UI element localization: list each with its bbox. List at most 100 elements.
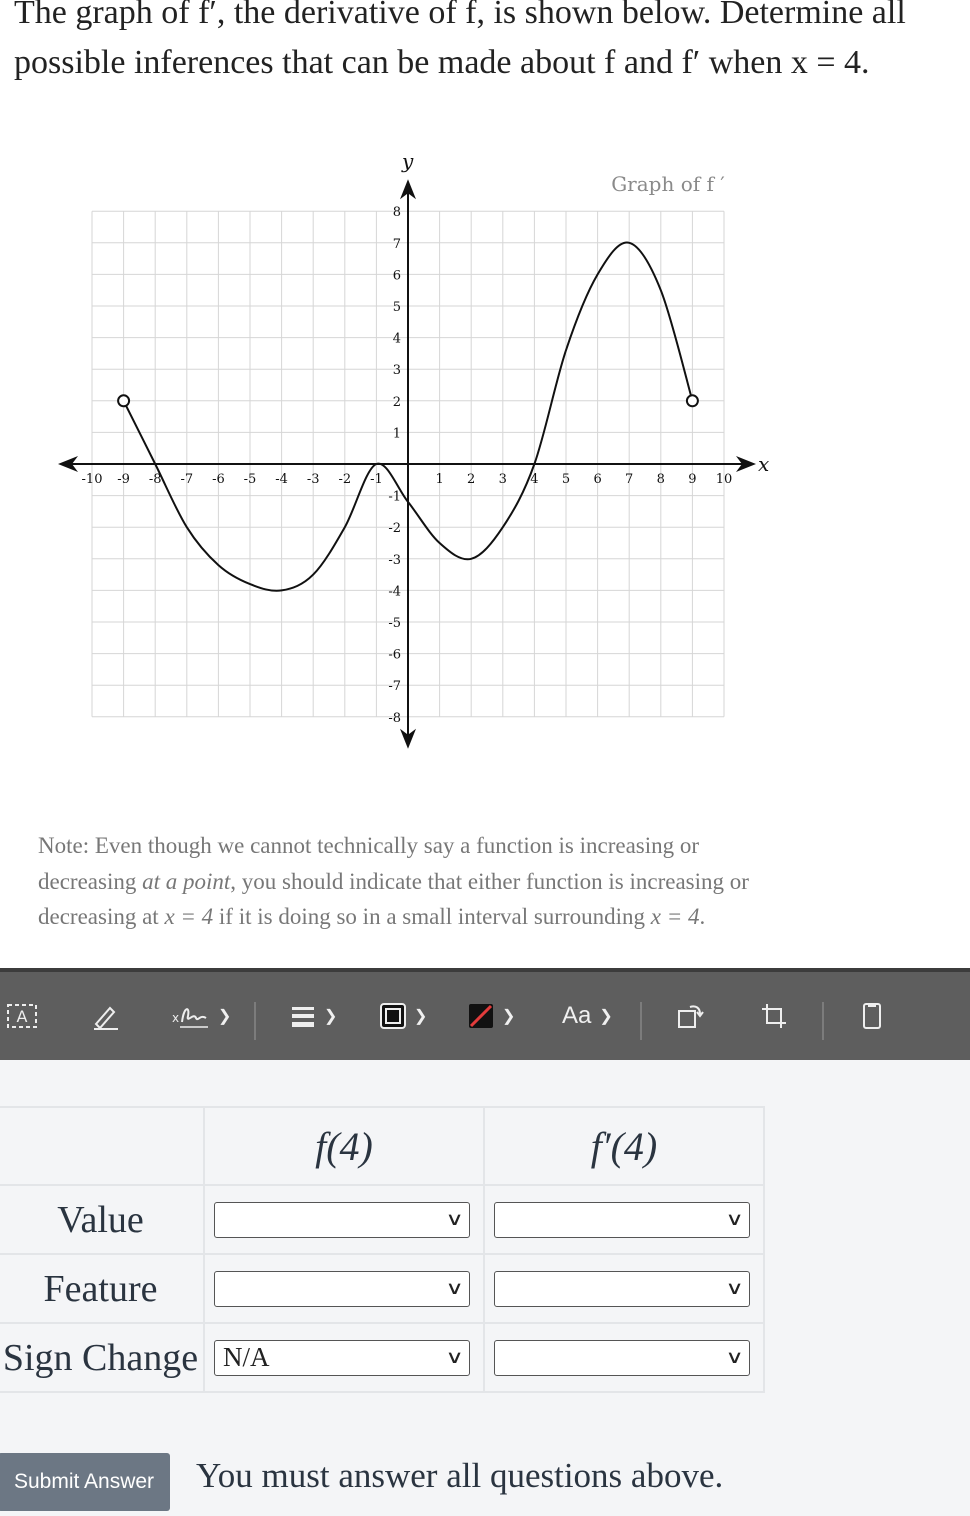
line-weight-icon[interactable]: ❯ [290, 972, 337, 1060]
x-tick-label: 6 [593, 472, 601, 487]
open-endpoint [117, 394, 131, 408]
x-tick-label: -7 [180, 472, 193, 487]
border-color-icon[interactable]: ❯ [380, 972, 427, 1060]
chevron-down-icon: ❯ [324, 1008, 338, 1025]
x-tick-label: -4 [275, 472, 288, 487]
y-tick-label: -3 [388, 553, 401, 568]
y-tick-labels: 8 7 6 5 4 3 2 1 -1 -2 -3 -4 -5 -6 -7 -8 [388, 205, 401, 726]
fprime-value-select[interactable]: ∨ [494, 1201, 750, 1238]
validation-message: You must answer all questions above. [196, 1456, 724, 1495]
x-tick-label: 7 [625, 472, 633, 487]
table-cell: ∨ [483, 1253, 765, 1324]
x-tick-labels: -10 -9 -8 -7 -6 -5 -4 -3 -2 -1 1 2 3 4 5 6 7 8 9 10 [82, 472, 733, 487]
y-axis-label: y [401, 149, 414, 173]
f-value-select[interactable]: ∨ [214, 1201, 470, 1238]
x-tick-label: 9 [688, 472, 696, 487]
table-cell: ∨ [483, 1184, 765, 1255]
chevron-down-icon: ∨ [725, 1278, 744, 1299]
select-value: N/A [223, 1342, 270, 1372]
chevron-down-icon: ∨ [445, 1347, 464, 1368]
x-tick-label: 2 [467, 472, 475, 487]
y-tick-label: 4 [393, 332, 401, 347]
table-cell: N/A ∨ [203, 1322, 485, 1393]
svg-text:A: A [17, 1007, 28, 1026]
toolbar-divider [254, 1002, 256, 1040]
rotate-icon[interactable] [676, 972, 704, 1060]
table-row: Sign Change N/A ∨ ∨ [0, 1322, 765, 1393]
table-cell: ∨ [203, 1184, 485, 1255]
fprime-feature-select[interactable]: ∨ [494, 1270, 750, 1307]
y-tick-label: -4 [388, 584, 401, 599]
y-tick-label: 2 [393, 395, 401, 410]
x-axis-label: x [758, 452, 769, 476]
column-header-fprime: f′(4) [483, 1106, 765, 1186]
row-label-value: Value [0, 1184, 205, 1255]
column-header-f: f(4) [203, 1106, 485, 1186]
y-tick-label: 8 [393, 205, 401, 220]
chevron-down-icon: ∨ [725, 1209, 744, 1230]
f-sign-change-select[interactable]: N/A ∨ [214, 1339, 470, 1376]
x-tick-label: 3 [499, 472, 507, 487]
chevron-down-icon: ∨ [445, 1278, 464, 1299]
y-tick-label: -7 [388, 679, 401, 694]
fprime-sign-change-select[interactable]: ∨ [494, 1339, 750, 1376]
annotation-toolbar: A x ❯ ❯ ❯ ❯ Aa ❯ [0, 968, 970, 1060]
note-math: x = 4 [164, 904, 214, 929]
table-corner-cell [0, 1106, 205, 1186]
question-line-1: The graph of f′, the derivative of f, is… [14, 0, 906, 31]
chevron-down-icon: ❯ [218, 1008, 232, 1025]
question-line-2: possible inferences that can be made abo… [14, 44, 870, 81]
y-tick-label: 7 [393, 237, 401, 252]
y-tick-label: 6 [393, 268, 401, 283]
x-tick-label: 1 [435, 472, 443, 487]
text-style-label: Aa [562, 1002, 592, 1029]
fill-color-icon[interactable]: ❯ [468, 972, 515, 1060]
x-tick-label: -6 [212, 472, 225, 487]
y-tick-label: -6 [388, 648, 401, 663]
crop-icon[interactable] [760, 972, 788, 1060]
chevron-down-icon: ❯ [414, 1008, 428, 1025]
chevron-down-icon: ∨ [445, 1209, 464, 1230]
x-tick-label: 5 [562, 472, 570, 487]
row-label-feature: Feature [0, 1253, 205, 1324]
graph-axes [58, 179, 756, 749]
table-row: Value ∨ ∨ [0, 1184, 765, 1255]
f-feature-select[interactable]: ∨ [214, 1270, 470, 1307]
row-label-sign-change: Sign Change [0, 1322, 205, 1393]
note-text: Note: Even though we cannot technically … [38, 828, 798, 935]
table-cell: ∨ [483, 1322, 765, 1393]
y-tick-label: 3 [393, 363, 401, 378]
chevron-down-icon: ∨ [725, 1347, 744, 1368]
x-tick-label: -2 [338, 472, 351, 487]
text-style-icon[interactable]: Aa ❯ [562, 972, 613, 1060]
toolbar-divider [640, 1002, 642, 1040]
x-tick-label: -1 [370, 472, 383, 487]
x-tick-label: -5 [244, 472, 257, 487]
answer-table: f(4) f′(4) Value ∨ ∨ Feature ∨ ∨ Sign Ch… [0, 1106, 765, 1393]
chevron-down-icon: ❯ [599, 1008, 613, 1025]
submit-answer-button[interactable]: Submit Answer [0, 1453, 170, 1511]
note-math: x = 4 [650, 904, 700, 929]
y-tick-label: 5 [393, 300, 401, 315]
y-tick-label: 1 [393, 426, 401, 441]
y-tick-label: -1 [388, 490, 401, 505]
table-header-row: f(4) f′(4) [0, 1106, 765, 1186]
page-icon[interactable] [862, 972, 882, 1060]
chevron-down-icon: ❯ [502, 1008, 516, 1025]
table-row: Feature ∨ ∨ [0, 1253, 765, 1324]
toolbar-divider [822, 1002, 824, 1040]
table-cell: ∨ [203, 1253, 485, 1324]
open-endpoint [685, 394, 699, 408]
y-tick-label: -8 [388, 711, 401, 726]
x-tick-label: 8 [657, 472, 665, 487]
question-text: The graph of f′, the derivative of f, is… [14, 0, 970, 88]
x-tick-label: 10 [716, 472, 733, 487]
signature-icon[interactable]: x ❯ [170, 972, 231, 1060]
graph-title: Graph of f ′ [611, 172, 725, 196]
y-tick-label: -5 [388, 616, 401, 631]
pencil-icon[interactable] [92, 972, 120, 1060]
note-part: if it is doing so in a small interval su… [213, 904, 651, 929]
svg-text:x: x [172, 1011, 179, 1025]
text-box-icon[interactable]: A [6, 972, 38, 1060]
note-part: . [699, 904, 706, 929]
